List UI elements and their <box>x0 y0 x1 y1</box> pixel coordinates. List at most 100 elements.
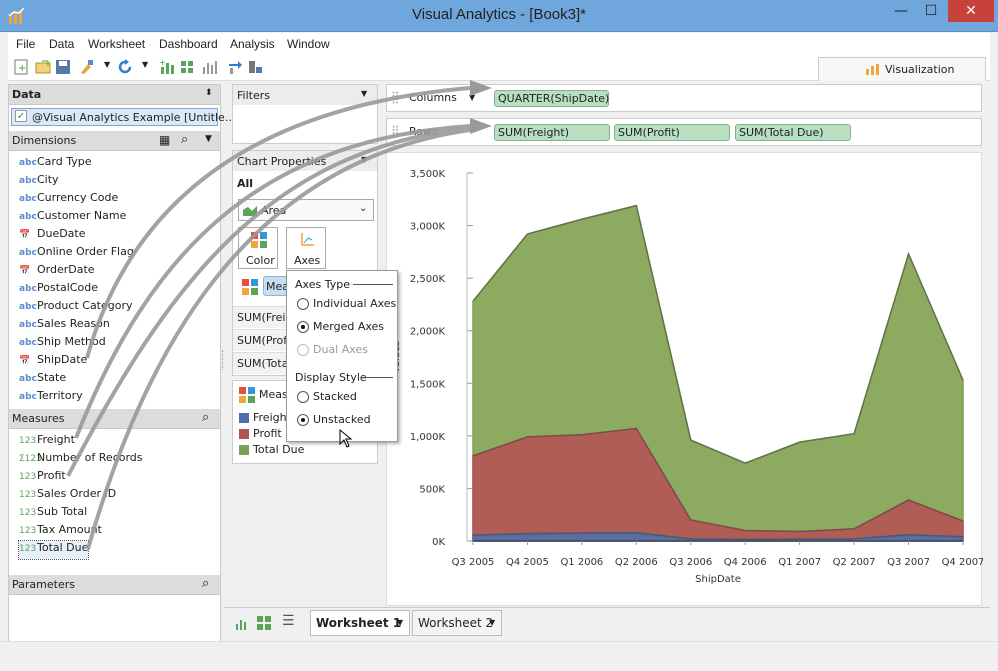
measure-item[interactable]: 123Tax Amount <box>19 523 102 541</box>
dimension-label: State <box>37 371 67 384</box>
columns-shelf[interactable]: ⣿ Columns ▼ QUARTER(ShipDate) <box>386 84 982 112</box>
columns-menu-icon[interactable]: ▼ <box>469 93 475 102</box>
menu-file[interactable]: File <box>16 37 35 51</box>
format-icon[interactable] <box>246 58 264 76</box>
radio-button[interactable] <box>297 298 309 310</box>
radio-option[interactable]: Merged Axes <box>287 319 397 337</box>
radio-button[interactable] <box>297 391 309 403</box>
dimension-label: Ship Method <box>37 335 106 348</box>
new-dashboard-icon[interactable] <box>256 615 272 631</box>
rows-shelf[interactable]: ⣿ Rows SUM(Freight) SUM(Profit) SUM(Tota… <box>386 118 982 146</box>
add-dashboard-icon[interactable] <box>178 58 196 76</box>
chevron-down-icon[interactable]: ⌄ <box>359 203 367 214</box>
dimension-item[interactable]: 📅 OrderDate <box>19 263 95 281</box>
dimension-label: Product Category <box>37 299 133 312</box>
dimension-item[interactable]: abcProduct Category <box>19 299 133 317</box>
chart-icon[interactable] <box>200 58 218 76</box>
brush-icon[interactable] <box>78 58 96 76</box>
radio-label: Individual Axes <box>313 297 397 310</box>
dimension-item[interactable]: abcOnline Order Flag <box>19 245 134 263</box>
y-tick-label: 3,500K <box>410 169 446 180</box>
data-panel: Data ⬍ ✓ @Visual Analytics Example [Unti… <box>8 84 235 642</box>
menu-dashboard[interactable]: Dashboard <box>159 37 218 51</box>
dimension-item[interactable]: abcCity <box>19 173 59 191</box>
x-tick-label: Q4 2007 <box>942 557 983 568</box>
y-tick-label: 1,000K <box>410 432 446 443</box>
measure-item[interactable]: Σ123Number of Records <box>19 451 143 469</box>
dimension-item[interactable]: abcSales Reason <box>19 317 110 335</box>
measure-item[interactable]: 123Profit <box>19 469 66 487</box>
search-icon[interactable]: ⌕ <box>181 132 188 147</box>
radio-option[interactable]: Individual Axes <box>287 296 397 314</box>
worksheet-2-menu-icon[interactable]: ▼ <box>489 618 495 627</box>
worksheet-1-menu-icon[interactable]: ▼ <box>397 618 403 627</box>
color-label: Color <box>246 254 275 267</box>
chart-area: 0K 500K 1,000K 1,500K 2,000K 2,500K 3,000K 3,50… <box>386 152 984 607</box>
color-icon <box>251 232 267 248</box>
close-button[interactable]: ✕ <box>948 0 994 22</box>
parameters-search-icon[interactable]: ⌕ <box>202 576 209 591</box>
measures-search-icon[interactable]: ⌕ <box>202 410 209 425</box>
maximize-button[interactable]: ☐ <box>916 0 946 22</box>
refresh-dropdown-icon[interactable]: ▼ <box>142 60 148 69</box>
dimension-item[interactable]: 📅 ShipDate <box>19 353 87 371</box>
sheet-list-icon[interactable]: ☰ <box>282 613 295 629</box>
abc-icon: abc <box>19 212 37 222</box>
add-worksheet-icon[interactable]: + <box>158 58 176 76</box>
dimension-item[interactable]: abcPostalCode <box>19 281 98 299</box>
dimensions-menu-icon[interactable]: ▼ <box>205 134 212 144</box>
minimize-button[interactable]: — <box>886 0 916 22</box>
dimension-item[interactable]: abcCard Type <box>19 155 92 173</box>
checkbox-icon[interactable]: ✓ <box>15 110 27 122</box>
menu-analysis[interactable]: Analysis <box>230 37 275 51</box>
table-view-icon[interactable]: ▦ <box>159 133 170 147</box>
dimension-item[interactable]: abcTerritory <box>19 389 83 407</box>
save-icon[interactable] <box>54 58 72 76</box>
refresh-icon[interactable] <box>116 58 134 76</box>
dimension-item[interactable]: abcShip Method <box>19 335 106 353</box>
columns-pill[interactable]: QUARTER(ShipDate) <box>494 90 609 107</box>
splitter-handle[interactable] <box>222 350 226 370</box>
measure-color-icon <box>242 279 258 295</box>
axes-button[interactable]: Axes <box>286 227 326 269</box>
dimension-item[interactable]: abcCustomer Name <box>19 209 126 227</box>
tab-visualization[interactable]: Visualization <box>818 57 986 81</box>
chart-properties-menu-icon[interactable]: ▼ <box>361 155 367 164</box>
tab-worksheet-2[interactable]: Worksheet 2 ▼ <box>412 610 502 636</box>
menu-data[interactable]: Data <box>49 37 74 51</box>
brush-dropdown-icon[interactable]: ▼ <box>104 60 110 69</box>
chart-type-select[interactable]: Area ⌄ <box>238 199 374 221</box>
menu-worksheet[interactable]: Worksheet <box>88 37 145 51</box>
rows-pill-freight[interactable]: SUM(Freight) <box>494 124 610 141</box>
rows-pill-profit[interactable]: SUM(Profit) <box>614 124 730 141</box>
parameters-header: Parameters ⌕ <box>9 575 220 595</box>
radio-option[interactable]: Stacked <box>287 389 397 407</box>
area-chart[interactable]: 0K 500K 1,000K 1,500K 2,000K 2,500K 3,000K 3,50… <box>387 153 984 607</box>
open-icon[interactable] <box>34 58 52 76</box>
dimension-item[interactable]: abcState <box>19 371 66 389</box>
dimension-item[interactable]: abcCurrency Code <box>19 191 118 209</box>
measure-item[interactable]: 123Total Due <box>17 540 90 560</box>
number-icon: 123 <box>19 436 37 446</box>
radio-button[interactable] <box>297 414 309 426</box>
measure-item[interactable]: 123Sales Order ID <box>19 487 116 505</box>
filters-panel: Filters ▼ <box>232 84 378 144</box>
swap-icon[interactable] <box>226 58 244 76</box>
measure-item[interactable]: 123Freight <box>19 433 75 451</box>
filters-menu-icon[interactable]: ▼ <box>361 89 367 98</box>
data-source-item[interactable]: ✓ @Visual Analytics Example [Untitle... <box>11 108 235 126</box>
tab-worksheet-1[interactable]: Worksheet 1 ▼ <box>310 610 410 636</box>
measure-item[interactable]: 123Sub Total <box>19 505 87 523</box>
rows-pill-total-due[interactable]: SUM(Total Due) <box>735 124 851 141</box>
color-button[interactable]: Color <box>238 227 278 269</box>
data-header-arrows-icon[interactable]: ⬍ <box>205 88 213 98</box>
radio-option[interactable]: Unstacked <box>287 412 397 430</box>
x-tick-label: Q2 2007 <box>833 557 876 568</box>
dimension-item[interactable]: 📅 DueDate <box>19 227 86 245</box>
new-icon[interactable]: + <box>12 58 30 76</box>
radio-button[interactable] <box>297 321 309 333</box>
new-worksheet-icon[interactable] <box>234 615 250 631</box>
x-tick-label: Q4 2006 <box>724 557 767 568</box>
menu-window[interactable]: Window <box>287 37 330 51</box>
measure-label: Number of Records <box>37 451 143 464</box>
